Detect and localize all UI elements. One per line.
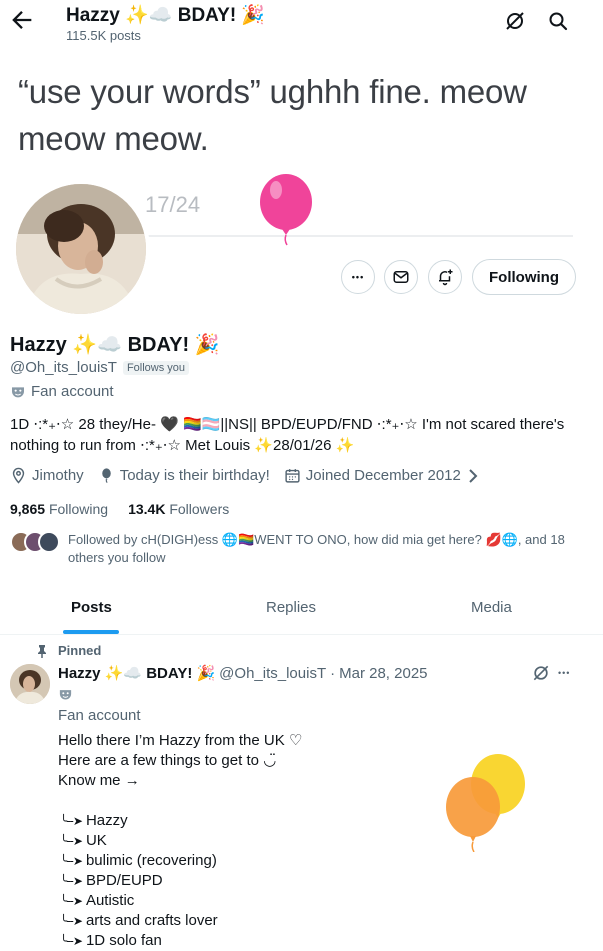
list-item-text: 1D solo fan [85,932,162,949]
following-button[interactable]: Following [472,259,576,295]
list-item-text: bulimic (recovering) [85,852,217,869]
followed-by-text: Followed by cH(DIGH)ess 🌐🏳️‍🌈WENT TO ONO… [68,532,565,565]
profile-location-text: Jimothy [32,467,84,484]
more-icon: ••• [351,272,365,282]
list-item: ╰--➤ UK [60,831,218,851]
list-item: ╰--➤ bulimic (recovering) [60,851,218,871]
notify-button[interactable] [428,260,462,294]
grok-icon[interactable] [503,9,527,33]
search-icon[interactable] [546,9,570,33]
pinned-label: Pinned [58,643,102,658]
post-header: Hazzy ✨☁️ BDAY! 🎉 @Oh_its_louisT · Mar 2… [58,664,428,683]
pin-icon [38,644,46,658]
profile-joined-text: Joined December 2012 [305,467,461,484]
post-date[interactable]: Mar 28, 2025 [339,665,427,682]
profile-bio: 1D ⋅:*₊⋅☆ 28 they/He- 🖤 🏳️‍🌈🏳️‍⚧️||NS|| … [10,416,565,454]
post-body-line: Hello there I’m Hazzy from the UK ♡ [58,732,303,749]
profile-location: Jimothy [10,467,84,484]
balloons-decoration [440,752,535,857]
profile-birthday-text: Today is their birthday! [119,467,270,484]
header-post-count: 115.5K posts [66,28,141,43]
post-avatar[interactable] [10,664,50,704]
list-arrow: ╰--➤ [60,914,83,928]
avatar [38,531,60,553]
profile-category: Fan account [10,383,114,400]
following-link[interactable]: 9,865 Following [10,501,108,517]
list-arrow: ╰--➤ [60,814,83,828]
header-title: Hazzy ✨☁️ BDAY! 🎉 [66,5,266,26]
location-icon [12,467,25,484]
followed-by-avatars [10,531,60,553]
pinned-indicator: Pinned [36,643,101,658]
followers-count: 13.4K [128,501,166,517]
list-item-text: Autistic [85,892,135,909]
post-author-name[interactable]: Hazzy ✨☁️ BDAY! 🎉 [58,664,215,682]
notification-bell-icon [439,269,453,286]
followed-by[interactable]: Followed by cH(DIGH)ess 🌐🏳️‍🌈WENT TO ONO… [10,531,578,567]
post-more-button[interactable]: ••• [558,668,570,678]
active-tab-indicator [63,630,119,634]
list-item-text: arts and crafts lover [85,912,218,929]
banner-date: 17/24 [145,192,201,217]
post-separator: · [330,664,336,682]
post-body-line: Here are a few things to get to ◡̈ [58,752,277,769]
list-arrow: ╰--➤ [60,854,83,868]
list-arrow: ╰--➤ [60,834,83,848]
followers-link[interactable]: 13.4K Followers [128,501,229,517]
profile-joined[interactable]: Joined December 2012 [284,467,480,484]
profile-meta: Jimothy Today is their birthday! Joined … [10,467,480,484]
followers-label: Followers [169,501,230,517]
balloon-icon [101,468,111,483]
message-icon [393,271,409,283]
profile-tabs: Posts Replies Media [0,587,603,635]
tab-media[interactable]: Media [471,599,512,616]
profile-name: Hazzy ✨☁️ BDAY! 🎉 [10,334,220,356]
list-item: ╰--➤ arts and crafts lover [60,911,218,931]
message-button[interactable] [384,260,418,294]
more-options-button[interactable]: ••• [341,260,375,294]
list-arrow: ╰--➤ [60,874,83,888]
list-arrow: ╰--➤ [60,934,83,948]
list-item-text: Hazzy [85,812,128,829]
back-arrow-icon[interactable] [8,6,36,34]
list-item: ╰--➤ 1D solo fan [60,931,218,951]
tab-posts[interactable]: Posts [71,599,112,616]
list-arrow: ╰--➤ [60,894,83,908]
list-item-text: UK [85,832,107,849]
balloon-icon [256,174,316,246]
list-item: ╰--➤ Hazzy [60,811,218,831]
banner-text: “use your words” ughhh fine. meow meow m… [18,73,527,157]
profile-stats: 9,865 Following 13.4K Followers [10,501,229,517]
tab-replies[interactable]: Replies [266,599,316,616]
post-body: Hello there I’m Hazzy from the UK ♡ Here… [58,731,302,791]
list-item: ╰--➤ BPD/EUPD [60,871,218,891]
follows-you-badge: Follows you [122,360,190,375]
following-count: 9,865 [10,501,46,517]
post-body-line: Know me → [58,772,140,789]
profile-birthday: Today is their birthday! [98,467,270,484]
chevron-right-icon [469,468,478,483]
grok-icon[interactable] [531,663,551,683]
list-item-text: BPD/EUPD [85,872,163,889]
mask-icon [58,687,73,707]
following-label: Following [48,501,109,517]
profile-category-label: Fan account [31,383,114,400]
post-category-label: Fan account [58,707,141,724]
mask-icon [12,386,24,397]
calendar-icon [285,469,300,483]
profile-avatar[interactable] [12,180,150,318]
profile-handle: @Oh_its_louisT [10,359,117,376]
post-author-handle[interactable]: @Oh_its_louisT [219,665,326,682]
list-item: ╰--➤ Autistic [60,891,218,911]
post-list: ╰--➤ Hazzy ╰--➤ UK ╰--➤ bulimic (recovering… [60,811,218,951]
profile-handle-row: @Oh_its_louisT Follows you [10,359,190,376]
